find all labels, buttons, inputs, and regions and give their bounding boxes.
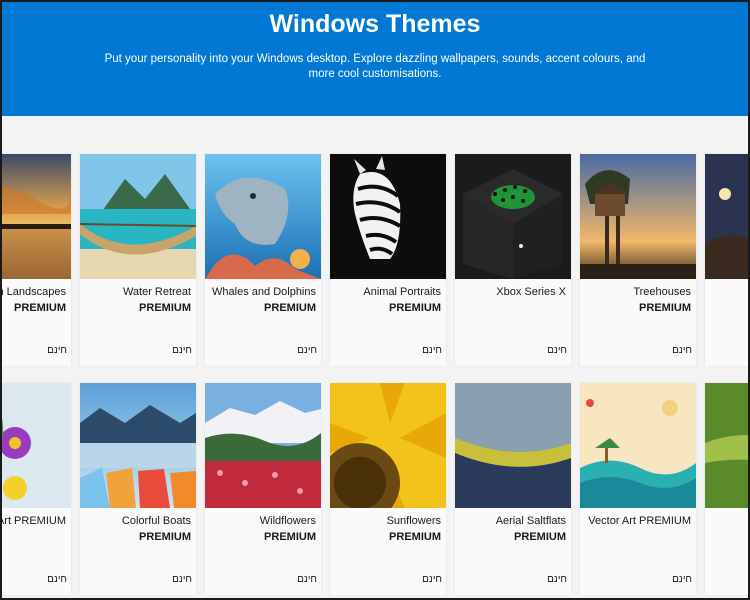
theme-card[interactable]: [705, 154, 750, 366]
theme-price: חינם: [672, 345, 692, 356]
theme-thumbnail[interactable]: [705, 383, 750, 508]
theme-thumbnail[interactable]: [330, 383, 446, 508]
theme-price: חינם: [297, 345, 317, 356]
theme-thumbnail[interactable]: [705, 154, 750, 279]
premium-badge: PREMIUM: [264, 302, 316, 314]
theme-thumbnail[interactable]: [80, 154, 196, 279]
theme-price: חינם: [547, 574, 567, 585]
theme-card[interactable]: n Landscapes PREMIUM חינם: [0, 154, 71, 366]
theme-price: חינם: [172, 574, 192, 585]
theme-thumbnail[interactable]: [80, 383, 196, 508]
theme-name: Treehouses: [633, 286, 691, 298]
theme-thumbnail[interactable]: [0, 154, 71, 279]
premium-badge: PREMIUM: [139, 302, 191, 314]
theme-price: חינם: [47, 574, 67, 585]
theme-card[interactable]: Sunflowers PREMIUM חינם: [330, 383, 446, 595]
theme-card[interactable]: Vector Art PREMIUM חינם: [580, 383, 696, 595]
theme-card[interactable]: Water Retreat PREMIUM חינם: [80, 154, 196, 366]
theme-thumbnail[interactable]: [205, 383, 321, 508]
theme-card[interactable]: Art PREMIUM חינם: [0, 383, 71, 595]
hero-banner: Windows Themes Put your personality into…: [0, 0, 750, 116]
premium-badge: PREMIUM: [14, 302, 66, 314]
theme-card[interactable]: [705, 383, 750, 595]
premium-badge: PREMIUM: [264, 531, 316, 543]
theme-thumbnail[interactable]: [205, 154, 321, 279]
theme-card[interactable]: Wildflowers PREMIUM חינם: [205, 383, 321, 595]
theme-name: Vector Art PREMIUM: [588, 515, 691, 527]
theme-price: חינם: [672, 574, 692, 585]
theme-card[interactable]: Whales and Dolphins PREMIUM חינם: [205, 154, 321, 366]
theme-card[interactable]: Aerial Saltflats PREMIUM חינם: [455, 383, 571, 595]
premium-badge: PREMIUM: [389, 302, 441, 314]
theme-card[interactable]: Xbox Series X חינם: [455, 154, 571, 366]
theme-thumbnail[interactable]: [455, 383, 571, 508]
theme-grid: n Landscapes PREMIUM חינם Water Retreat PRE…: [0, 116, 750, 600]
theme-price: חינם: [547, 345, 567, 356]
premium-badge: PREMIUM: [639, 302, 691, 314]
theme-price: חינם: [47, 345, 67, 356]
page-subtitle: Put your personality into your Windows d…: [104, 53, 646, 80]
theme-price: חינם: [172, 345, 192, 356]
theme-price: חינם: [422, 345, 442, 356]
theme-card[interactable]: Colorful Boats PREMIUM חינם: [80, 383, 196, 595]
premium-badge: PREMIUM: [139, 531, 191, 543]
theme-thumbnail[interactable]: [580, 154, 696, 279]
theme-card[interactable]: Treehouses PREMIUM חינם: [580, 154, 696, 366]
theme-price: חינם: [297, 574, 317, 585]
theme-thumbnail[interactable]: [0, 383, 71, 508]
page-title: Windows Themes: [269, 10, 481, 38]
theme-thumbnail[interactable]: [330, 154, 446, 279]
premium-badge: PREMIUM: [514, 531, 566, 543]
premium-badge: PREMIUM: [389, 531, 441, 543]
theme-price: חינם: [422, 574, 442, 585]
theme-thumbnail[interactable]: [580, 383, 696, 508]
theme-card[interactable]: Animal Portraits PREMIUM חינם: [330, 154, 446, 366]
theme-thumbnail[interactable]: [455, 154, 571, 279]
